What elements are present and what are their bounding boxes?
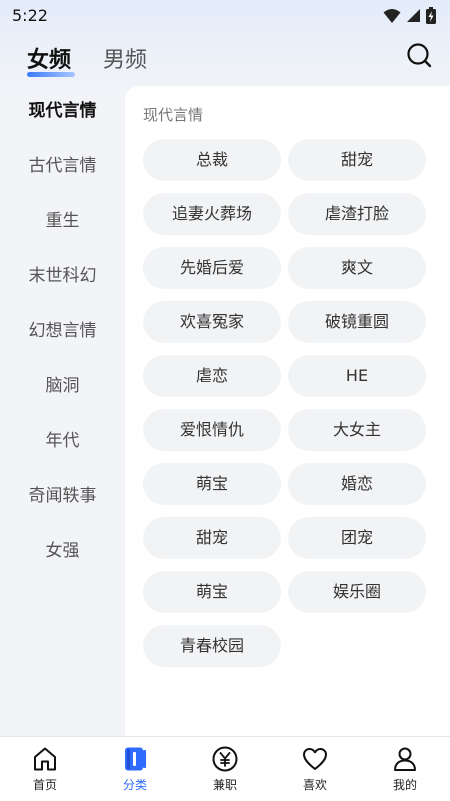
search-icon[interactable] — [406, 42, 432, 68]
tag-chip[interactable]: 婚恋 — [288, 463, 426, 505]
category-book-icon — [125, 747, 146, 771]
status-time: 5:22 — [12, 6, 48, 25]
sidebar-item-rebirth[interactable]: 重生 — [0, 206, 125, 236]
nav-mine-label: 我的 — [392, 778, 417, 792]
tag-chip[interactable]: 爱恨情仇 — [143, 409, 281, 451]
header: 女频 男频 — [0, 32, 450, 82]
signal-icon — [407, 9, 420, 22]
category-sidebar: 现代言情 古代言情 重生 末世科幻 幻想言情 脑洞 年代 奇闻轶事 女强 — [0, 86, 125, 736]
tag-chip[interactable]: 青春校园 — [143, 625, 281, 667]
tag-chip[interactable]: 总裁 — [143, 139, 281, 181]
tag-chip[interactable]: 爽文 — [288, 247, 426, 289]
nav-like-label: 喜欢 — [302, 778, 327, 792]
tag-chip[interactable]: 破镜重圆 — [288, 301, 426, 343]
sidebar-item-ancient-romance[interactable]: 古代言情 — [0, 151, 125, 181]
tag-chip[interactable]: 大女主 — [288, 409, 426, 451]
sidebar-item-brainstorm[interactable]: 脑洞 — [0, 371, 125, 401]
wifi-icon — [383, 8, 401, 23]
tag-chip[interactable]: 萌宝 — [143, 463, 281, 505]
tag-chip[interactable]: 虐渣打脸 — [288, 193, 426, 235]
tag-chip[interactable]: 萌宝 — [143, 571, 281, 613]
home-icon — [34, 747, 56, 771]
tag-chip[interactable]: 娱乐圈 — [288, 571, 426, 613]
nav-mine[interactable]: 我的 — [370, 745, 440, 793]
nav-like[interactable]: 喜欢 — [280, 745, 350, 793]
yen-coin-icon — [212, 746, 238, 772]
active-tab-indicator — [27, 72, 75, 77]
tab-male[interactable]: 男频 — [103, 42, 147, 74]
tag-chip[interactable]: 追妻火葬场 — [143, 193, 281, 235]
status-icons — [383, 7, 436, 24]
user-icon — [394, 747, 416, 771]
sidebar-item-scifi[interactable]: 末世科幻 — [0, 261, 125, 291]
tag-chip[interactable]: 甜宠 — [288, 139, 426, 181]
tab-female[interactable]: 女频 — [27, 42, 71, 74]
panel-title: 现代言情 — [143, 106, 204, 124]
nav-category-label: 分类 — [122, 778, 147, 792]
bottom-nav: 首页 分类 兼职 喜欢 我的 — [0, 736, 450, 801]
sidebar-item-modern-romance[interactable]: 现代言情 — [0, 96, 125, 126]
tag-panel: 现代言情 总裁 甜宠 追妻火葬场 虐渣打脸 先婚后爱 爽文 欢喜冤家 破镜重圆 … — [125, 86, 450, 736]
status-bar: 5:22 — [0, 0, 450, 32]
heart-icon — [303, 748, 327, 770]
battery-icon — [426, 7, 436, 24]
nav-home-label: 首页 — [32, 778, 57, 792]
tag-chip[interactable]: HE — [288, 355, 426, 397]
tag-chip[interactable]: 欢喜冤家 — [143, 301, 281, 343]
tag-chip[interactable]: 甜宠 — [143, 517, 281, 559]
sidebar-item-strong-female[interactable]: 女强 — [0, 536, 125, 566]
sidebar-item-era[interactable]: 年代 — [0, 426, 125, 456]
nav-category[interactable]: 分类 — [100, 745, 170, 793]
sidebar-item-anecdotes[interactable]: 奇闻轶事 — [0, 481, 125, 511]
tag-chip[interactable]: 先婚后爱 — [143, 247, 281, 289]
sidebar-item-fantasy-romance[interactable]: 幻想言情 — [0, 316, 125, 346]
tag-chip[interactable]: 虐恋 — [143, 355, 281, 397]
nav-parttime-label: 兼职 — [212, 778, 237, 792]
nav-home[interactable]: 首页 — [10, 745, 80, 793]
tag-chip[interactable]: 团宠 — [288, 517, 426, 559]
nav-parttime[interactable]: 兼职 — [190, 745, 260, 793]
